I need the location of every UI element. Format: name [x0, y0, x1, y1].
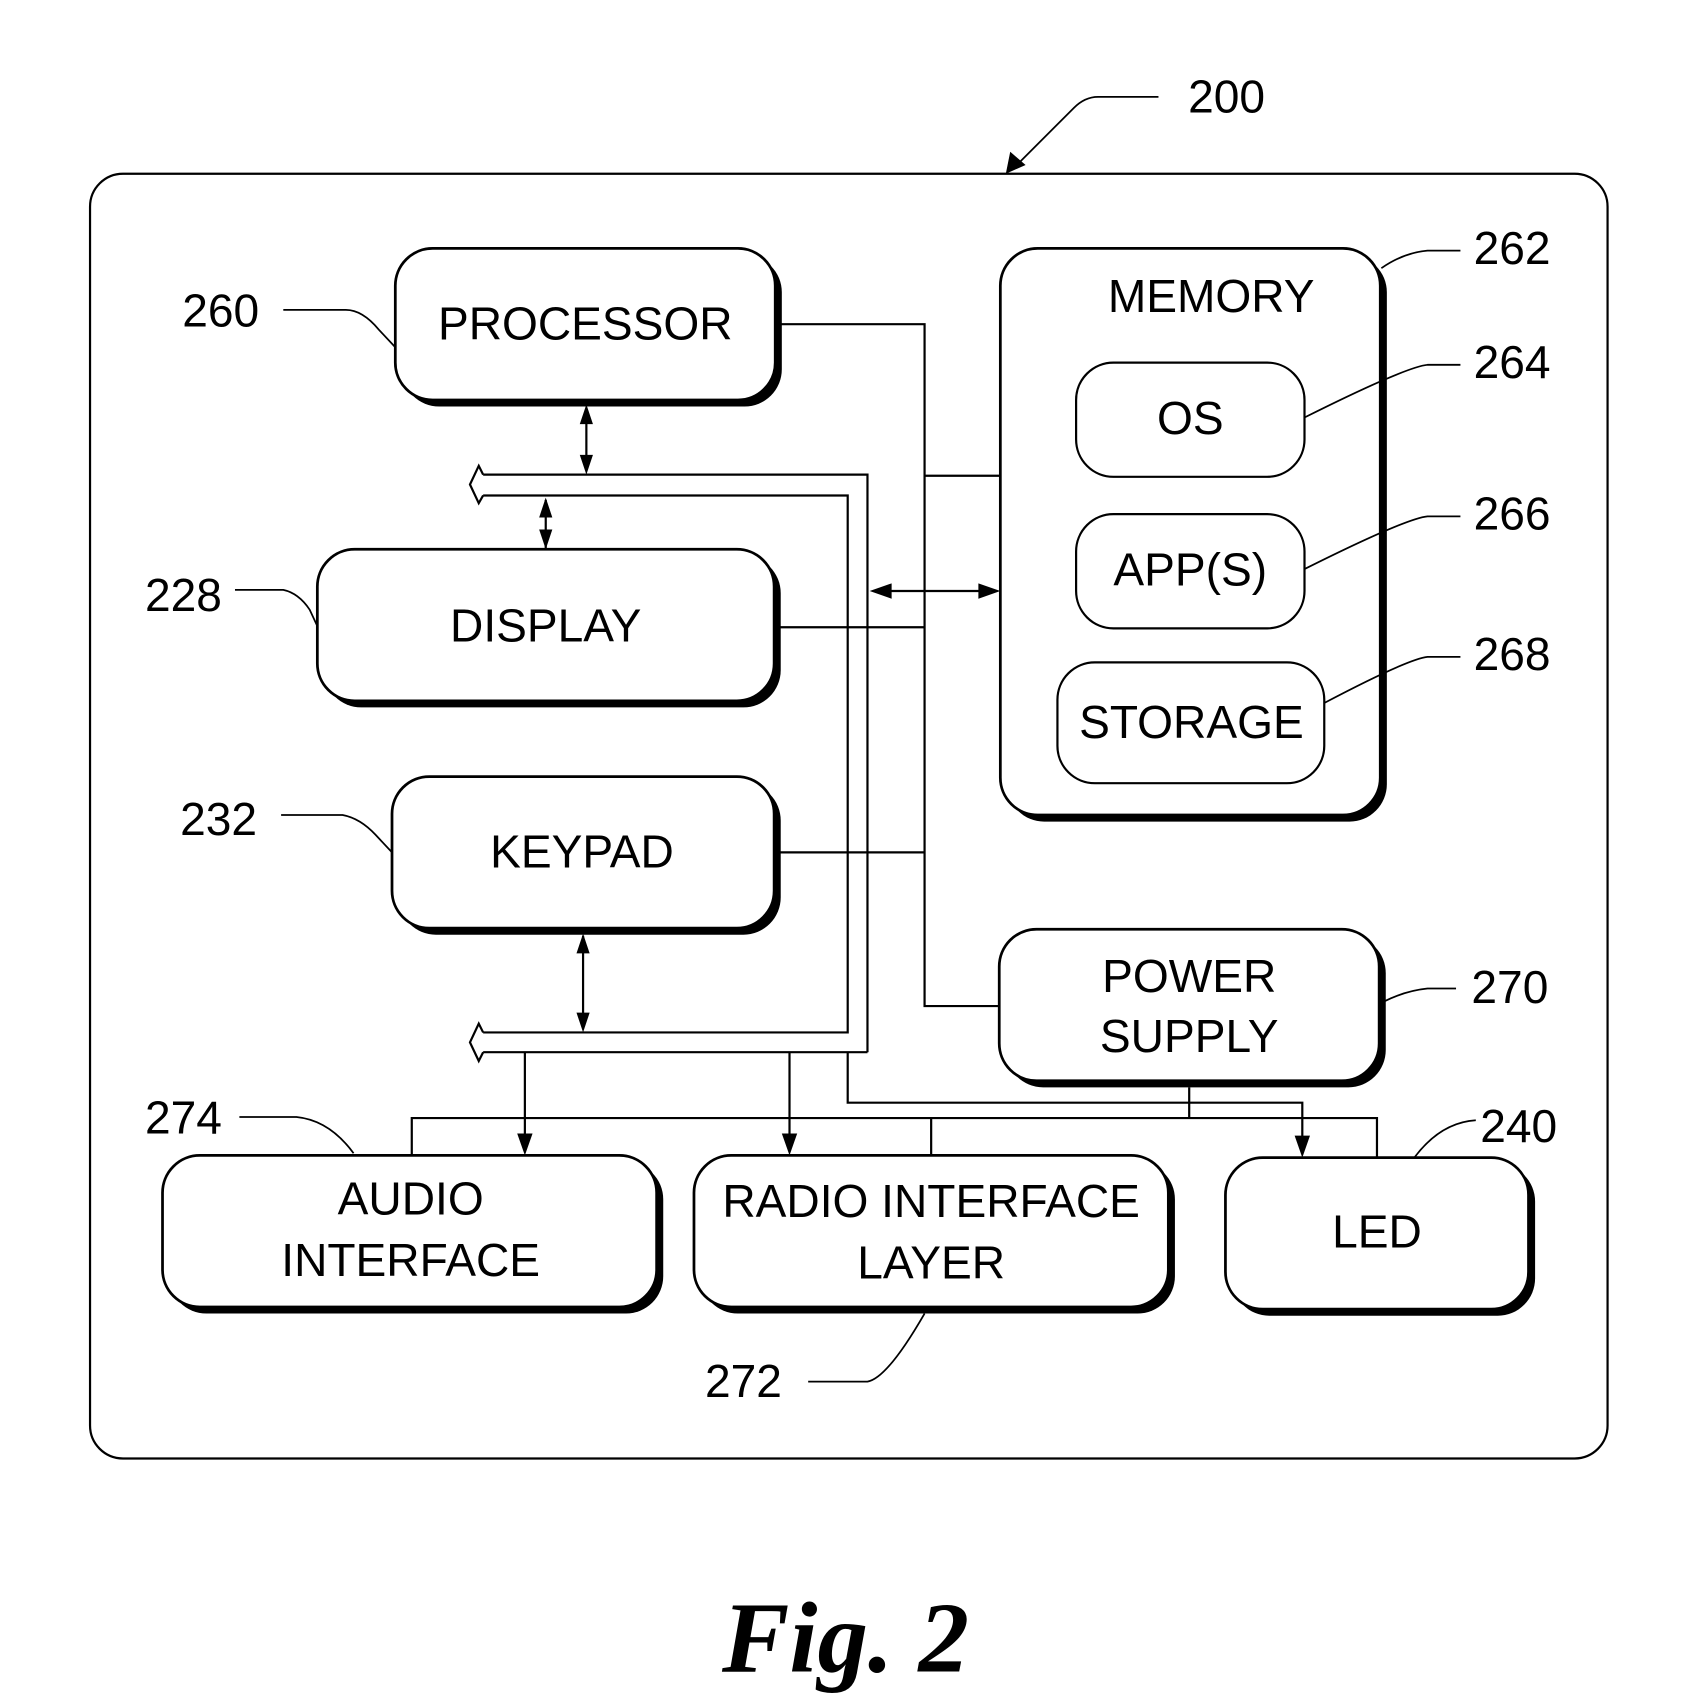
keypad-block: KEYPAD — [390, 775, 781, 935]
audio-interface-label-line1: AUDIO — [338, 1173, 484, 1225]
power-supply-label-line1: POWER — [1102, 950, 1276, 1002]
ref-268: 268 — [1474, 628, 1551, 680]
apps-label: APP(S) — [1113, 544, 1267, 596]
ref-260: 260 — [182, 284, 259, 336]
ref-262-leader — [1380, 249, 1461, 269]
power-line-main — [775, 323, 1001, 1008]
ref-272-leader — [808, 1313, 926, 1383]
apps-block: APP(S) — [1075, 513, 1306, 630]
audio-interface-block: AUDIO INTERFACE — [161, 1154, 664, 1314]
display-label: DISPLAY — [450, 600, 641, 652]
ref-260-leader — [283, 309, 396, 348]
memory-bus-arrow-left — [869, 583, 892, 599]
ref-232-leader — [281, 814, 393, 853]
bus-radio-arrow — [781, 1133, 798, 1156]
ref-240: 240 — [1480, 1100, 1557, 1152]
processor-bus-arrow-down — [579, 454, 593, 475]
radio-interface-label-line2: LAYER — [857, 1236, 1005, 1288]
radio-interface-label-line1: RADIO INTERFACE — [722, 1175, 1140, 1227]
ref-200-arrowhead — [1005, 151, 1026, 174]
keypad-bus-arrow-down — [576, 1012, 590, 1033]
os-label: OS — [1157, 392, 1224, 444]
processor-block: PROCESSOR — [393, 247, 782, 407]
ref-232: 232 — [180, 793, 257, 845]
ref-272: 272 — [705, 1355, 782, 1407]
bus-led-arrow — [1294, 1135, 1310, 1158]
audio-interface-label-line2: INTERFACE — [281, 1234, 540, 1286]
ref-228: 228 — [145, 569, 222, 621]
figure-caption: Fig. 2 — [721, 1582, 969, 1694]
processor-bus-arrow-up — [579, 404, 593, 425]
display-bus-arrow-down — [539, 529, 553, 550]
bus-arrow-top — [468, 463, 485, 506]
ref-270-leader — [1383, 987, 1457, 1003]
power-supply-block: POWER SUPPLY — [997, 927, 1386, 1088]
device-block-diagram: 200 PROCESSOR 260 DISPLAY 228 KEYPAD 232… — [88, 70, 1609, 1694]
ref-270: 270 — [1471, 961, 1548, 1013]
radio-interface-layer-block: RADIO INTERFACE LAYER — [692, 1154, 1175, 1314]
memory-label: MEMORY — [1108, 270, 1315, 322]
led-block: LED — [1224, 1156, 1536, 1316]
ref-264: 264 — [1474, 336, 1551, 388]
keypad-label: KEYPAD — [490, 826, 674, 878]
bus-arrow-bottom — [468, 1021, 485, 1064]
keypad-bus-arrow-up — [576, 933, 590, 954]
ref-228-leader — [234, 589, 319, 627]
ref-266: 266 — [1474, 488, 1551, 540]
bus-audio-arrow — [517, 1133, 533, 1156]
power-supply-label-line2: SUPPLY — [1100, 1010, 1279, 1062]
storage-block: STORAGE — [1056, 661, 1326, 785]
display-block: DISPLAY — [315, 547, 781, 708]
processor-label: PROCESSOR — [438, 298, 733, 350]
power-line-peripherals — [410, 1087, 1379, 1158]
display-bus-arrow-up — [539, 497, 553, 518]
os-block: OS — [1075, 361, 1306, 478]
ref-274: 274 — [145, 1091, 222, 1143]
memory-bus-arrow-right — [978, 583, 1001, 599]
ref-274-leader — [239, 1116, 355, 1154]
ref-240-leader — [1413, 1119, 1476, 1159]
ref-262: 262 — [1474, 222, 1551, 274]
ref-200: 200 — [1188, 70, 1265, 122]
led-label: LED — [1332, 1206, 1422, 1258]
storage-label: STORAGE — [1079, 696, 1304, 748]
ref-200-leader — [1016, 96, 1159, 166]
